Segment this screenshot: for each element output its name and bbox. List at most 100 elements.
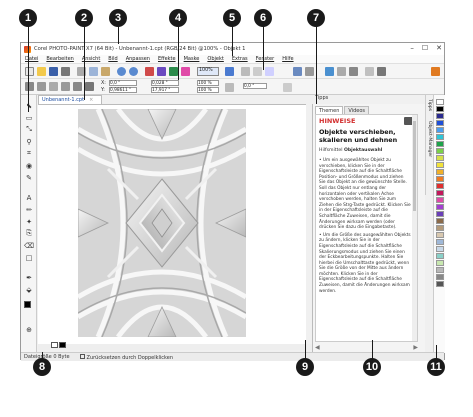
palette-swatch[interactable] (436, 169, 444, 175)
palette-swatch[interactable] (436, 197, 444, 203)
paint-tool-icon[interactable]: ✏ (24, 205, 34, 214)
menu-extras[interactable]: Extras (232, 56, 248, 62)
document-tab[interactable]: Unbenannt-1.cpt × (38, 95, 102, 104)
open-folder-icon[interactable] (37, 67, 46, 76)
angle-field[interactable]: 0,0 ° (243, 83, 267, 89)
side-tab-objekt-manager[interactable]: Objekt-Manager (427, 121, 432, 157)
outline-swatch[interactable] (51, 342, 58, 348)
object-icon[interactable] (181, 67, 190, 76)
palette-swatch[interactable] (436, 211, 444, 217)
settings-icon[interactable] (377, 67, 386, 76)
palette-swatch[interactable] (436, 253, 444, 259)
scale-width-field[interactable]: 100 % (197, 80, 219, 86)
perspective-tool-icon[interactable] (85, 82, 94, 91)
palette-swatch[interactable] (436, 106, 444, 112)
import-icon[interactable] (145, 67, 154, 76)
close-icon[interactable]: ✕ (436, 44, 442, 52)
side-tab-tipps[interactable]: Tipps (427, 99, 432, 111)
hints-scroll-thumb[interactable] (413, 121, 416, 211)
palette-swatch[interactable] (436, 232, 444, 238)
hints-scrollbar[interactable] (412, 115, 417, 341)
options-icon[interactable] (349, 67, 358, 76)
width-field[interactable]: 0,028 " (151, 80, 179, 86)
height-field[interactable]: 17,917 " (151, 87, 179, 93)
zoom-select[interactable]: 100% (197, 67, 219, 76)
paste-icon[interactable] (101, 67, 110, 76)
palette-swatch[interactable] (436, 218, 444, 224)
menu-maske[interactable]: Maske (184, 56, 200, 62)
rotate-tool-icon[interactable] (37, 82, 46, 91)
menu-bild[interactable]: Bild (108, 56, 117, 62)
palette-swatch[interactable] (436, 141, 444, 147)
undo-icon[interactable] (117, 67, 126, 76)
palette-swatch[interactable] (436, 176, 444, 182)
object-picker-icon[interactable] (305, 67, 314, 76)
palette-swatch[interactable] (436, 190, 444, 196)
menu-anpassen[interactable]: Anpassen (126, 56, 150, 62)
y-position-field[interactable]: 0,98611 " (109, 87, 137, 93)
rectangle-mask-tool-icon[interactable]: ▭ (24, 113, 34, 122)
distort-tool-icon[interactable] (73, 82, 82, 91)
menu-datei[interactable]: Datei (25, 56, 38, 62)
palette-swatch[interactable] (436, 148, 444, 154)
palette-swatch[interactable] (436, 281, 444, 287)
crop-tool-icon[interactable]: ⌗ (24, 149, 34, 158)
full-screen-icon[interactable] (225, 67, 234, 76)
menu-hilfe[interactable]: Hilfe (282, 56, 293, 62)
mask-marquee-icon[interactable] (265, 67, 274, 76)
palette-swatch[interactable] (436, 155, 444, 161)
fill-tool-icon[interactable]: ⬙ (24, 285, 34, 294)
object-picker-tool-icon[interactable]: ⬉ (24, 101, 34, 110)
minimize-icon[interactable]: – (410, 44, 414, 52)
fill-swatch[interactable] (59, 342, 66, 348)
x-position-field[interactable]: 0,0 " (109, 80, 137, 86)
document-tab-close-icon[interactable]: × (89, 97, 93, 103)
new-document-icon[interactable] (25, 67, 34, 76)
canvas-horizontal-scrollbar[interactable] (38, 344, 312, 350)
welcome-icon[interactable] (365, 67, 374, 76)
export-icon[interactable] (157, 67, 166, 76)
scale-height-field[interactable]: 100 % (197, 87, 219, 93)
palette-swatch[interactable] (436, 204, 444, 210)
palette-swatch[interactable] (436, 183, 444, 189)
menu-bearbeiten[interactable]: Bearbeiten (46, 56, 73, 62)
dock-icon[interactable] (337, 67, 346, 76)
palette-swatch[interactable] (436, 99, 444, 105)
palette-swatch[interactable] (436, 274, 444, 280)
palette-swatch[interactable] (436, 225, 444, 231)
text-tool-icon[interactable]: A (24, 193, 34, 202)
pen-tool-icon[interactable]: ✒ (24, 273, 34, 282)
image-artwork[interactable] (78, 109, 246, 337)
paint-on-mask-icon[interactable] (293, 67, 302, 76)
foreground-color-swatch[interactable] (24, 301, 31, 308)
save-icon[interactable] (49, 67, 58, 76)
grid-icon[interactable] (253, 67, 262, 76)
copy-icon[interactable] (89, 67, 98, 76)
fill-indicator[interactable] (51, 342, 66, 348)
help-icon[interactable] (431, 67, 440, 76)
red-eye-tool-icon[interactable]: ◉ (24, 161, 34, 170)
palette-swatch[interactable] (436, 127, 444, 133)
mask-transform-tool-icon[interactable]: ⤡ (24, 125, 34, 134)
palette-swatch[interactable] (436, 113, 444, 119)
palette-swatch[interactable] (436, 120, 444, 126)
add-tool-icon[interactable]: ⊕ (24, 325, 34, 334)
palette-swatch[interactable] (436, 267, 444, 273)
lock-ratio-icon[interactable] (225, 83, 234, 92)
clone-tool-icon[interactable]: ⎘ (24, 229, 34, 238)
shape-tool-icon[interactable]: □ (24, 253, 34, 262)
eyedropper-tool-icon[interactable]: ✎ (24, 173, 34, 182)
layout-icon[interactable] (325, 67, 334, 76)
redo-icon[interactable] (129, 67, 138, 76)
maximize-icon[interactable]: ☐ (422, 44, 428, 52)
palette-swatch[interactable] (436, 239, 444, 245)
rulers-icon[interactable] (241, 67, 250, 76)
move-tool-icon[interactable] (25, 82, 34, 91)
back-arrow-icon[interactable]: ◀ (315, 344, 320, 351)
menu-fenster[interactable]: Fenster (256, 56, 275, 62)
scale-tool-icon[interactable] (49, 82, 58, 91)
zoom-tool-icon[interactable]: ⚲ (24, 137, 34, 146)
forward-arrow-icon[interactable]: ▶ (413, 344, 418, 351)
palette-swatch[interactable] (436, 260, 444, 266)
menu-objekt[interactable]: Objekt (207, 56, 223, 62)
